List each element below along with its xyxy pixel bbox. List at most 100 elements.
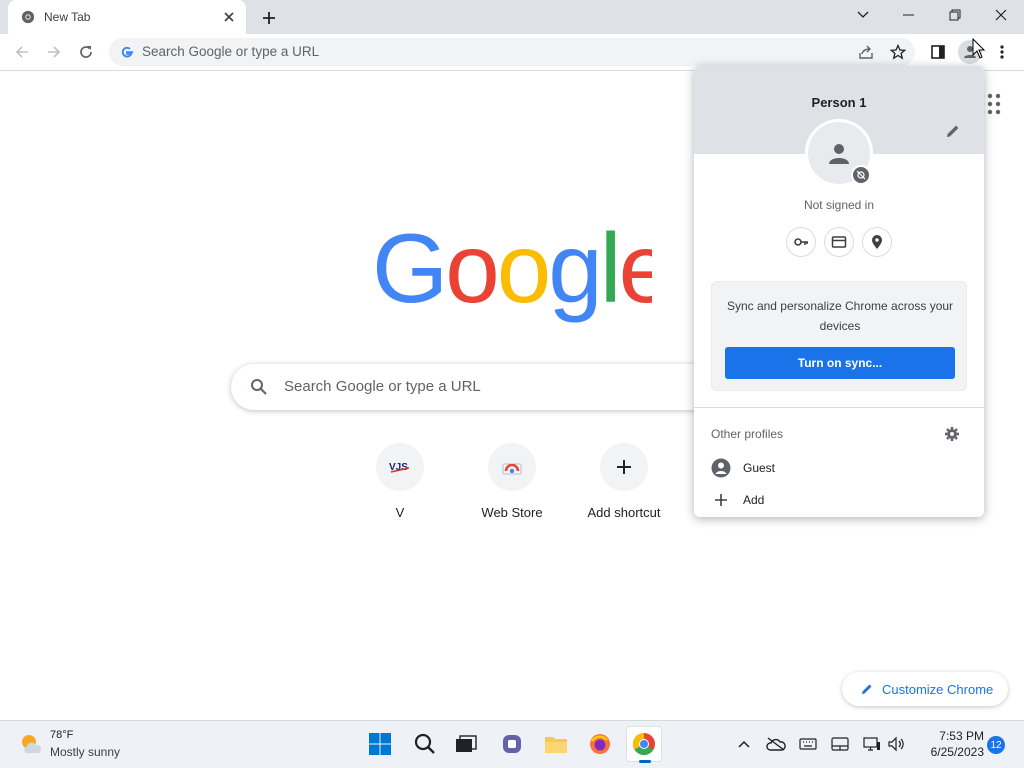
speaker-icon [888,736,904,752]
guest-label: Guest [743,461,776,475]
chrome-favicon-icon [21,10,35,24]
share-button[interactable] [854,40,878,64]
plus-icon [617,460,631,474]
add-label: Add [743,493,765,507]
account-circle-icon [711,458,731,478]
volume-tray-icon[interactable] [886,734,906,754]
minimize-button[interactable] [886,0,932,30]
new-tab-button[interactable] [258,7,280,29]
search-placeholder: Search Google or type a URL [284,378,481,395]
vjs-favicon-icon: VJS [389,462,410,473]
keyboard-icon [799,738,817,750]
monitor-network-icon [863,737,880,751]
weather-widget[interactable]: 78°F Mostly sunny [18,727,148,763]
task-view-button[interactable] [448,726,484,762]
web-store-icon [502,463,522,475]
taskbar-search-button[interactable] [407,726,443,762]
arrow-left-icon [15,46,28,58]
other-profiles-heading: Other profiles [711,427,784,441]
omnibox[interactable]: Search Google or type a URL [109,38,915,66]
arrow-right-icon [48,46,61,58]
forward-button[interactable] [42,40,66,64]
file-explorer-button[interactable] [538,726,574,762]
keyboard-tray-icon[interactable] [798,734,818,754]
side-panel-button[interactable] [926,40,950,64]
show-hidden-icons-button[interactable] [734,734,754,754]
shortcut-label: Web Store [481,505,543,520]
search-icon [251,379,267,395]
omnibox-placeholder: Search Google or type a URL [142,44,320,59]
cloud-off-icon [766,737,786,751]
reload-button[interactable] [74,40,98,64]
shortcut-label: Add shortcut [587,505,661,520]
restore-button[interactable] [932,0,978,30]
network-tray-icon[interactable] [862,734,882,754]
sun-cloud-icon [22,735,42,753]
task-view-icon [456,735,477,752]
bookmark-button[interactable] [886,40,910,64]
profile-menu: Person 1 Not signed in Sync and personal… [694,66,984,517]
shortcut-tile-v[interactable]: VJS V [344,443,456,539]
customize-label: Customize Chrome [882,681,994,697]
location-pin-icon [872,235,882,249]
taskbar-clock[interactable]: 7:53 PM 6/25/2023 [914,728,984,760]
sign-in-status: Not signed in [803,198,875,212]
firefox-button[interactable] [582,726,618,762]
notification-badge[interactable]: 12 [987,736,1005,754]
tab-new-tab[interactable]: New Tab [8,0,246,34]
clock-date: 6/25/2023 [930,745,984,759]
pencil-icon [862,684,872,694]
active-indicator [639,760,651,763]
minimize-icon [903,14,914,16]
tab-search-button[interactable] [840,0,886,30]
shortcut-label: V [395,505,405,520]
sync-promo-text: Sync and personalize Chrome across your … [726,299,954,333]
back-button[interactable] [10,40,34,64]
tab-close-icon[interactable] [222,10,236,24]
menu-button[interactable] [990,40,1014,64]
sync-off-icon [856,170,866,180]
chevron-up-icon [738,740,750,748]
pencil-icon[interactable] [945,123,961,139]
clock-time: 7:53 PM [939,729,984,743]
credit-card-icon [831,236,847,248]
profile-name: Person 1 [811,95,867,110]
plus-icon [263,12,275,24]
customize-chrome-button[interactable]: Customize Chrome [842,672,1008,706]
google-g-icon [121,46,134,58]
tab-title: New Tab [44,10,91,24]
chat-button[interactable] [494,726,530,762]
addresses-button[interactable] [862,227,892,257]
weather-temp: 78°F [50,729,74,741]
sync-promo: Sync and personalize Chrome across your … [711,281,967,391]
add-profile-item[interactable]: Add [711,488,971,512]
shortcut-icon-circle: VJS [376,443,424,491]
profile-item-guest[interactable]: Guest [711,456,971,480]
svg-text:Google: Google [372,222,652,323]
star-icon [890,44,906,60]
shortcut-icon-circle [488,443,536,491]
start-button[interactable] [362,726,398,762]
passwords-button[interactable] [786,227,816,257]
more-vert-icon [1000,45,1004,59]
key-icon [794,238,808,246]
touchpad-icon [831,737,849,751]
folder-icon [545,737,567,753]
touchpad-tray-icon[interactable] [830,734,850,754]
chrome-taskbar-button[interactable] [626,726,662,763]
onedrive-tray-icon[interactable] [766,734,786,754]
shortcut-tile-web-store[interactable]: Web Store [456,443,568,539]
share-icon [859,45,873,59]
search-icon [414,733,435,754]
reload-icon [80,46,92,58]
weather-condition: Mostly sunny [50,745,121,759]
close-icon [995,9,1007,21]
shortcut-tile-add[interactable]: Add shortcut [568,443,680,539]
shortcut-icon-circle [600,443,648,491]
restore-icon [949,9,961,21]
turn-on-sync-button[interactable]: Turn on sync... [725,347,955,379]
gear-icon[interactable] [944,426,960,442]
close-window-button[interactable] [978,0,1024,30]
mouse-cursor-icon [972,38,986,59]
payment-methods-button[interactable] [824,227,854,257]
